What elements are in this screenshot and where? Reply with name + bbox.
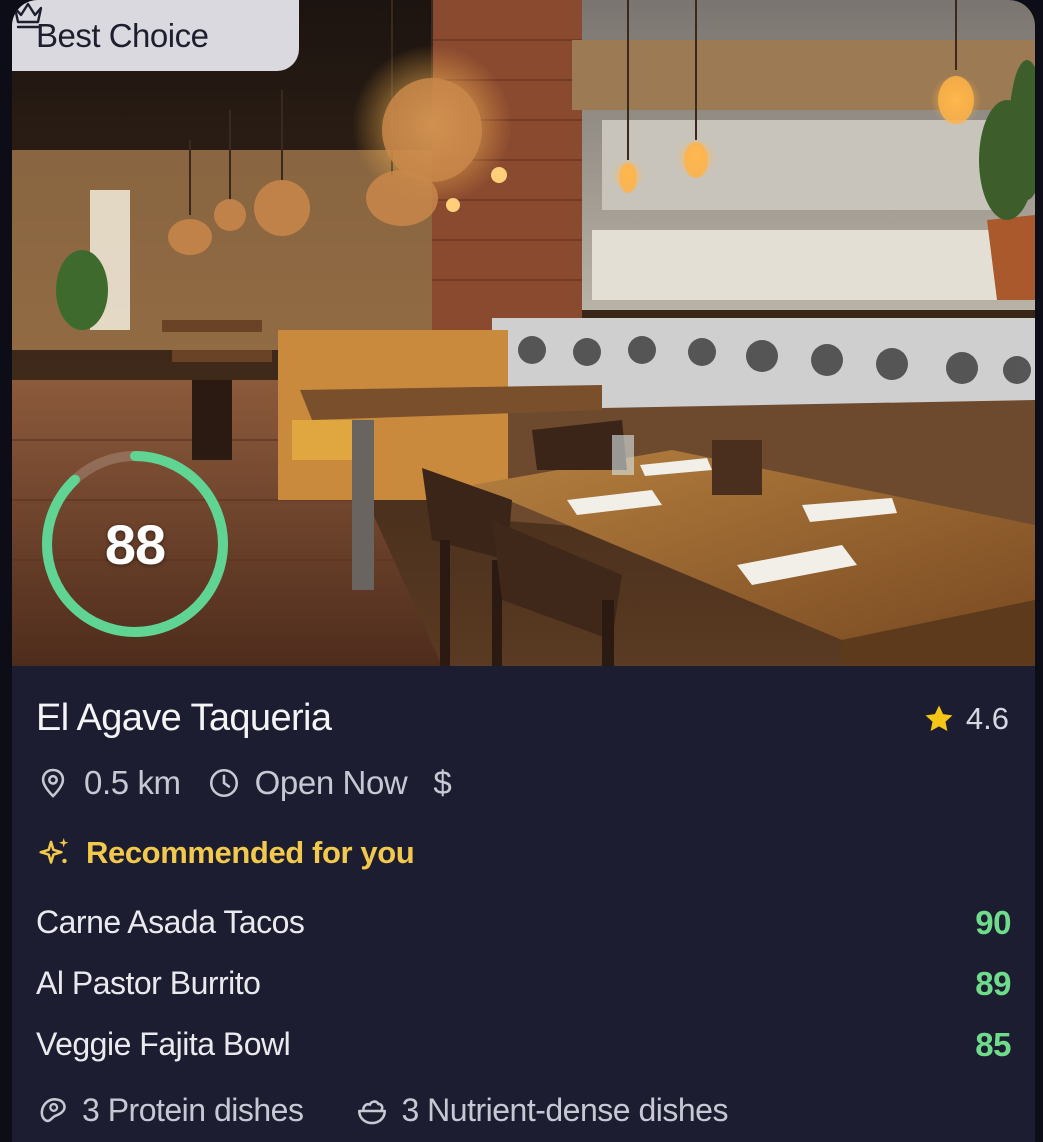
nutrient-dense-dishes: 3 Nutrient-dense dishes xyxy=(401,1092,728,1128)
restaurant-card[interactable]: Best Choice 88 El Agave Taqueria 4.6 0.5… xyxy=(12,0,1035,1142)
rating-value: 4.6 xyxy=(965,701,1009,736)
dish-score: 85 xyxy=(975,1025,1011,1063)
recommended-dishes-list: Carne Asada Tacos 90 Al Pastor Burrito 8… xyxy=(36,892,1011,1075)
dish-name: Al Pastor Burrito xyxy=(36,965,261,1001)
price-level: $ xyxy=(433,764,452,801)
restaurant-meta: 0.5 km Open Now $ xyxy=(36,764,452,802)
recommended-title: Recommended for you xyxy=(86,835,415,870)
restaurant-name: El Agave Taqueria xyxy=(36,697,332,739)
salad-bowl-icon xyxy=(358,1099,387,1124)
dish-row[interactable]: Al Pastor Burrito 89 xyxy=(36,953,1011,1014)
protein-icon xyxy=(40,1097,66,1122)
dish-row[interactable]: Veggie Fajita Bowl 85 xyxy=(36,1014,1011,1075)
recommended-header: Recommended for you xyxy=(36,834,415,872)
distance: 0.5 km xyxy=(84,764,181,801)
location-pin-icon xyxy=(41,768,65,798)
dish-score: 89 xyxy=(975,964,1011,1002)
dish-stats: 3 Protein dishes 3 Nutrient-dense dishes xyxy=(36,1092,728,1129)
restaurant-rating: 4.6 xyxy=(922,701,1009,737)
dish-name: Veggie Fajita Bowl xyxy=(36,1026,291,1062)
badge-label: Best Choice xyxy=(36,16,209,54)
best-choice-badge: Best Choice xyxy=(12,0,299,71)
clock-icon xyxy=(209,768,238,798)
dish-name: Carne Asada Tacos xyxy=(36,904,305,940)
match-score: 88 xyxy=(38,447,232,641)
dish-score: 90 xyxy=(975,903,1011,941)
sparkle-icon xyxy=(39,837,69,864)
star-icon xyxy=(925,705,953,732)
dish-row[interactable]: Carne Asada Tacos 90 xyxy=(36,892,1011,953)
restaurant-photo: Best Choice 88 xyxy=(12,0,1035,666)
open-status: Open Now xyxy=(254,764,408,801)
crown-icon xyxy=(13,2,43,29)
score-value: 88 xyxy=(104,512,166,576)
protein-dishes: 3 Protein dishes xyxy=(82,1092,304,1128)
